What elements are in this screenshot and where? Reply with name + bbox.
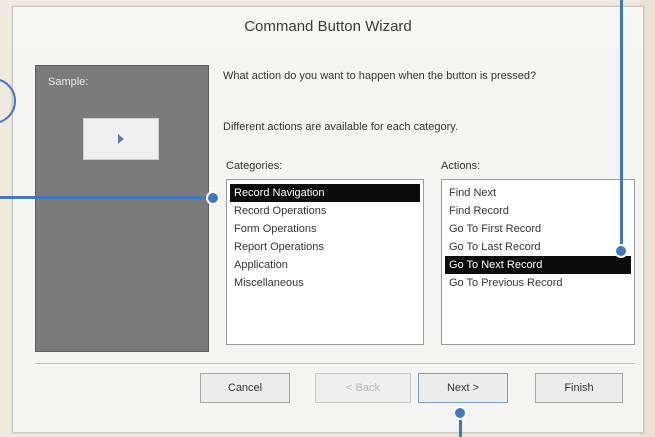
category-item[interactable]: Form Operations: [230, 220, 420, 238]
action-item[interactable]: Go To Last Record: [445, 238, 631, 256]
action-item[interactable]: Find Record: [445, 202, 631, 220]
back-button[interactable]: < Back: [315, 373, 411, 403]
hint-text: Different actions are available for each…: [223, 121, 459, 133]
button-separator: [35, 363, 635, 365]
categories-label: Categories:: [226, 160, 283, 172]
sample-panel: Sample:: [35, 65, 209, 352]
action-item[interactable]: Go To First Record: [445, 220, 631, 238]
actions-callout-line: [620, 0, 623, 248]
next-callout-dot: [453, 406, 467, 420]
actions-callout-dot: [614, 244, 628, 258]
category-item[interactable]: Application: [230, 256, 420, 274]
dialog-title: Command Button Wizard: [13, 7, 643, 47]
actions-label: Actions:: [441, 160, 481, 172]
action-item[interactable]: Find Next: [445, 184, 631, 202]
categories-callout-dot: [206, 191, 220, 205]
category-item[interactable]: Report Operations: [230, 238, 420, 256]
cancel-button[interactable]: Cancel: [200, 373, 290, 403]
action-item[interactable]: Go To Previous Record: [445, 274, 631, 292]
actions-listbox[interactable]: Find Next Find Record Go To First Record…: [441, 179, 635, 345]
command-button-wizard-dialog: Command Button Wizard Sample: What actio…: [12, 6, 644, 433]
category-item[interactable]: Miscellaneous: [230, 274, 420, 292]
sample-label: Sample:: [48, 76, 89, 88]
finish-button[interactable]: Finish: [535, 373, 623, 403]
action-item[interactable]: Go To Next Record: [445, 256, 631, 274]
categories-listbox[interactable]: Record Navigation Record Operations Form…: [226, 179, 424, 345]
category-item[interactable]: Record Navigation: [230, 184, 420, 202]
question-text: What action do you want to happen when t…: [223, 70, 537, 82]
sample-button-preview: [83, 118, 159, 160]
category-item[interactable]: Record Operations: [230, 202, 420, 220]
next-button[interactable]: Next >: [418, 373, 508, 403]
categories-callout-line: [0, 196, 212, 199]
play-arrow-icon: [118, 134, 124, 144]
